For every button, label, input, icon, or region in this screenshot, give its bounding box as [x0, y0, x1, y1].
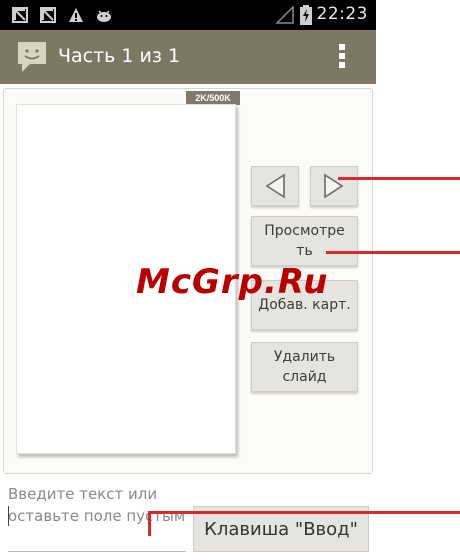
text-cursor [8, 506, 9, 526]
notification-icon [12, 7, 28, 23]
signal-icon [276, 6, 294, 24]
message-icon [18, 42, 46, 72]
previous-slide-button[interactable] [251, 166, 299, 206]
status-bar: 22:23 [0, 0, 376, 30]
warning-icon [69, 8, 83, 22]
delete-slide-button[interactable]: Удалить слайд [251, 342, 358, 392]
battery-icon [300, 5, 312, 25]
callout-line [338, 177, 460, 180]
message-input[interactable]: Введите текст или оставьте поле пустым [8, 483, 186, 552]
callout-line [148, 511, 151, 536]
callout-line [148, 511, 460, 514]
preview-button[interactable]: Просмотре ть [251, 216, 358, 266]
clock: 22:23 [316, 4, 368, 24]
notification-icon [40, 7, 56, 23]
size-badge: 2K/500K [186, 91, 240, 105]
watermark: McGrp.Ru [136, 262, 329, 302]
page-title: Часть 1 из 1 [58, 45, 181, 67]
overflow-menu-icon[interactable] [338, 44, 346, 72]
action-bar: Часть 1 из 1 [0, 30, 376, 84]
triangle-left-icon [265, 173, 285, 199]
next-slide-button[interactable] [310, 166, 358, 206]
callout-line [326, 251, 460, 254]
android-icon [97, 10, 111, 22]
